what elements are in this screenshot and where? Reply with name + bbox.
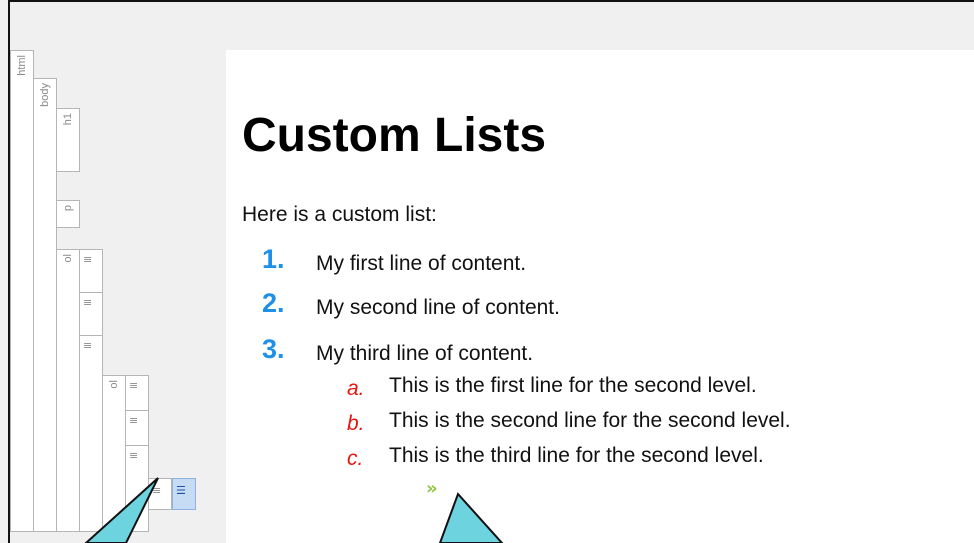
list-alpha-marker: a. <box>347 377 365 400</box>
list-item-text: My third line of content. <box>316 342 534 365</box>
list-number-marker: 2. <box>262 288 285 318</box>
list-number-marker: 3. <box>262 334 285 364</box>
intro-paragraph[interactable]: Here is a custom list: <box>242 203 437 227</box>
structure-tag-li-2[interactable]: ≡ <box>79 292 103 336</box>
structure-tag-li-b[interactable]: ≡ <box>125 410 149 446</box>
list-item-icon: ≡ <box>129 449 139 462</box>
list-item-icon: ≡ <box>83 339 93 352</box>
structure-tag-html[interactable]: html <box>10 50 34 532</box>
page-heading[interactable]: Custom Lists <box>242 108 546 163</box>
tag-label-ol-nested: ol <box>108 380 120 389</box>
tag-label-body: body <box>39 83 51 107</box>
list-item-text: My first line of content. <box>316 252 527 275</box>
tag-label-html: html <box>16 55 28 76</box>
structure-tag-h1[interactable]: h1 <box>56 108 80 172</box>
list-item-text: This is the second line for the second l… <box>389 409 791 432</box>
list-alpha-marker: b. <box>347 412 365 435</box>
list-item-text: This is the third line for the second le… <box>389 444 764 467</box>
callout-arrow-icon <box>84 477 159 543</box>
tag-label-ol: ol <box>62 254 74 263</box>
list-alpha-marker: c. <box>347 447 364 470</box>
list-item-icon: ≡ <box>129 414 139 427</box>
list-item-icon: ≡ <box>83 253 93 266</box>
callout-arrow-icon <box>438 492 504 543</box>
tag-label-p: p <box>62 205 74 212</box>
list-item-icon: ≡ <box>129 379 139 392</box>
tag-label-h1: h1 <box>62 113 74 126</box>
list-item-icon: ≡ <box>83 296 93 309</box>
list-number-marker: 1. <box>262 244 285 274</box>
structure-tag-body[interactable]: body <box>33 78 57 532</box>
list-item-text: This is the first line for the second le… <box>389 374 757 397</box>
list-item-text: My second line of content. <box>316 296 560 319</box>
editor-window: html body h1 p ol ≡ ≡ ≡ ol ≡ ≡ ≡ ≡ ☰ Cus… <box>0 0 974 543</box>
structure-tag-li-a[interactable]: ≡ <box>125 375 149 411</box>
structure-tag-p[interactable]: p <box>56 200 80 228</box>
structure-tag-li-1[interactable]: ≡ <box>79 249 103 293</box>
